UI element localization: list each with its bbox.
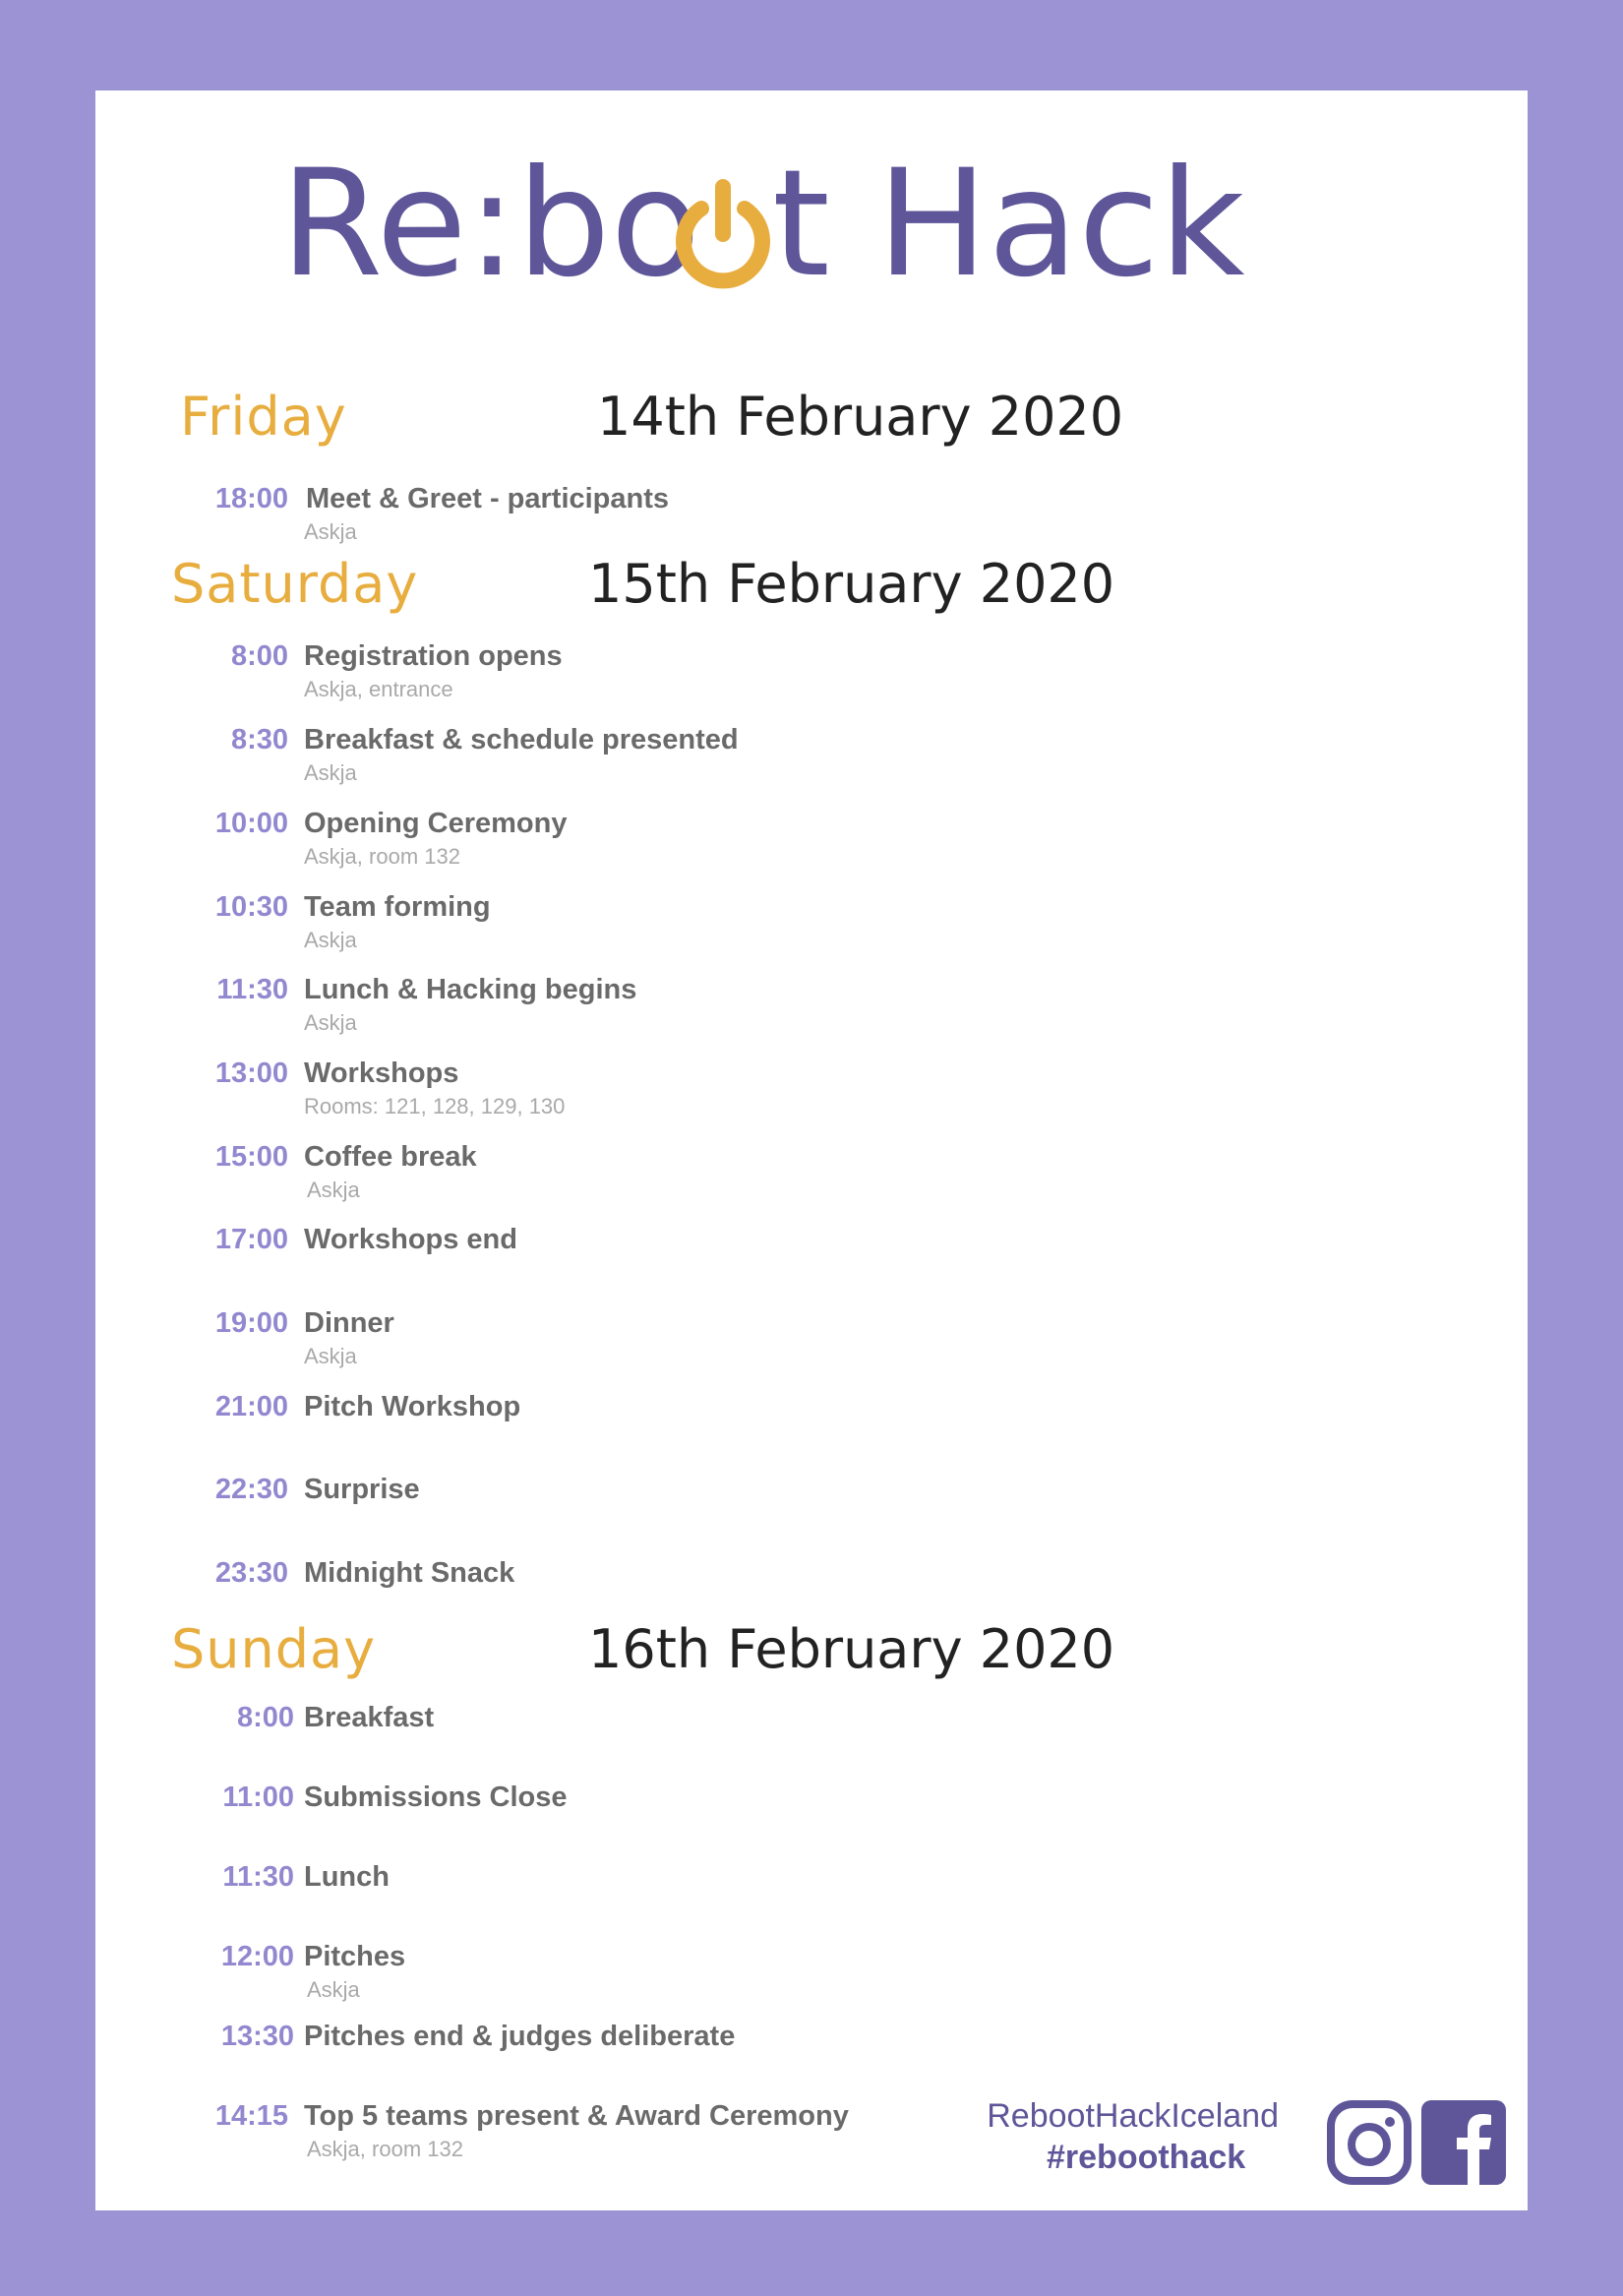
event-location: Askja — [307, 1178, 360, 1202]
schedule-item: 11:30 Lunch — [95, 1861, 1473, 1930]
schedule-item: 10:00 Opening Ceremony Askja, room 132 — [95, 808, 1473, 876]
event-title: Lunch — [304, 1861, 390, 1893]
event-title: Midnight Snack — [304, 1557, 515, 1589]
day-header-sunday: Sunday 16th February 2020 — [171, 1618, 1155, 1687]
schedule-item: 13:00 Workshops Rooms: 121, 128, 129, 13… — [95, 1057, 1473, 1126]
event-title: Pitches — [304, 1941, 406, 1972]
instagram-icon[interactable] — [1327, 2100, 1412, 2185]
schedule-item: 23:30 Midnight Snack — [95, 1557, 1473, 1626]
event-location: Askja — [304, 519, 357, 544]
day-date: 14th February 2020 — [597, 386, 1124, 448]
event-title: Registration opens — [304, 640, 563, 672]
event-title: Opening Ceremony — [304, 808, 568, 839]
logo-text-start: Re:bo — [280, 151, 700, 295]
event-location: Askja — [304, 760, 357, 785]
event-time: 11:30 — [216, 974, 288, 1005]
event-location: Askja — [304, 1344, 357, 1368]
schedule-sheet: Re:bo t Hack Friday 14th February 2020 1… — [95, 91, 1528, 2210]
schedule-item: 11:00 Submissions Close — [95, 1782, 1473, 1850]
event-title: Surprise — [304, 1474, 420, 1505]
day-date: 15th February 2020 — [588, 553, 1115, 615]
event-location: Askja — [304, 928, 357, 952]
event-title: Team forming — [304, 891, 491, 923]
event-time: 23:30 — [214, 1557, 288, 1589]
event-title: Breakfast & schedule presented — [304, 724, 739, 755]
day-name: Saturday — [171, 553, 419, 615]
schedule-item: 21:00 Pitch Workshop — [95, 1391, 1473, 1460]
schedule-item: 13:30 Pitches end & judges deliberate — [95, 2021, 1473, 2089]
schedule-item: 17:00 Workshops end — [95, 1224, 1473, 1293]
schedule-item: 22:30 Surprise — [95, 1474, 1473, 1542]
event-title: Breakfast — [304, 1702, 435, 1733]
event-time: 10:30 — [214, 891, 288, 923]
event-title: Top 5 teams present & Award Ceremony — [304, 2100, 849, 2132]
event-time: 8:30 — [230, 724, 288, 755]
event-location: Askja, room 132 — [307, 2137, 463, 2161]
event-title: Workshops — [304, 1057, 459, 1089]
day-header-saturday: Saturday 15th February 2020 — [171, 553, 1155, 622]
schedule-item: 11:30 Lunch & Hacking begins Askja — [95, 974, 1473, 1043]
event-time: 18:00 — [214, 483, 288, 514]
day-date: 16th February 2020 — [588, 1618, 1115, 1680]
event-title: Lunch & Hacking begins — [304, 974, 637, 1005]
event-time: 10:00 — [214, 808, 288, 839]
event-title: Coffee break — [304, 1141, 477, 1173]
event-time: 12:00 — [220, 1941, 294, 1972]
schedule-item: 18:00 Meet & Greet - participants Askja — [95, 483, 1473, 552]
social-handle[interactable]: RebootHackIceland — [987, 2097, 1279, 2136]
reboot-hack-logo: Re:bo t Hack — [280, 151, 1343, 295]
event-time: 22:30 — [214, 1474, 288, 1505]
event-location: Askja, entrance — [304, 677, 453, 701]
schedule-item: 8:30 Breakfast & schedule presented Askj… — [95, 724, 1473, 793]
day-header-friday: Friday 14th February 2020 — [180, 386, 1164, 454]
day-name: Sunday — [171, 1618, 377, 1680]
facebook-icon[interactable] — [1421, 2100, 1506, 2185]
event-time: 15:00 — [214, 1141, 288, 1173]
event-location: Askja, room 132 — [304, 844, 460, 869]
schedule-item: 8:00 Breakfast — [95, 1702, 1473, 1771]
schedule-item: 14:15 Top 5 teams present & Award Ceremo… — [95, 2100, 882, 2169]
day-name: Friday — [180, 386, 347, 448]
schedule-item: 10:30 Team forming Askja — [95, 891, 1473, 960]
event-location: Askja — [304, 1010, 357, 1035]
event-title: Workshops end — [304, 1224, 517, 1255]
schedule-item: 15:00 Coffee break Askja — [95, 1141, 1473, 1210]
hashtag: #reboothack — [1047, 2139, 1246, 2176]
event-title: Dinner — [304, 1307, 394, 1339]
schedule-item: 19:00 Dinner Askja — [95, 1307, 1473, 1376]
logo-text-end: t Hack — [772, 151, 1245, 295]
event-time: 14:15 — [214, 2100, 288, 2132]
schedule-item: 12:00 Pitches Askja — [95, 1941, 1473, 2010]
event-time: 13:00 — [214, 1057, 288, 1089]
event-title: Pitch Workshop — [304, 1391, 521, 1422]
event-time: 13:30 — [220, 2021, 294, 2052]
schedule-item: 8:00 Registration opens Askja, entrance — [95, 640, 1473, 709]
event-location: Rooms: 121, 128, 129, 130 — [304, 1094, 566, 1118]
event-time: 11:00 — [222, 1782, 294, 1813]
event-time: 17:00 — [214, 1224, 288, 1255]
event-title: Pitches end & judges deliberate — [304, 2021, 736, 2052]
event-title: Meet & Greet - participants — [306, 483, 670, 514]
event-time: 19:00 — [214, 1307, 288, 1339]
event-time: 11:30 — [222, 1861, 294, 1893]
event-time: 21:00 — [214, 1391, 288, 1422]
event-title: Submissions Close — [304, 1782, 568, 1813]
event-time: 8:00 — [236, 1702, 294, 1733]
event-location: Askja — [307, 1977, 360, 2002]
event-time: 8:00 — [230, 640, 288, 672]
